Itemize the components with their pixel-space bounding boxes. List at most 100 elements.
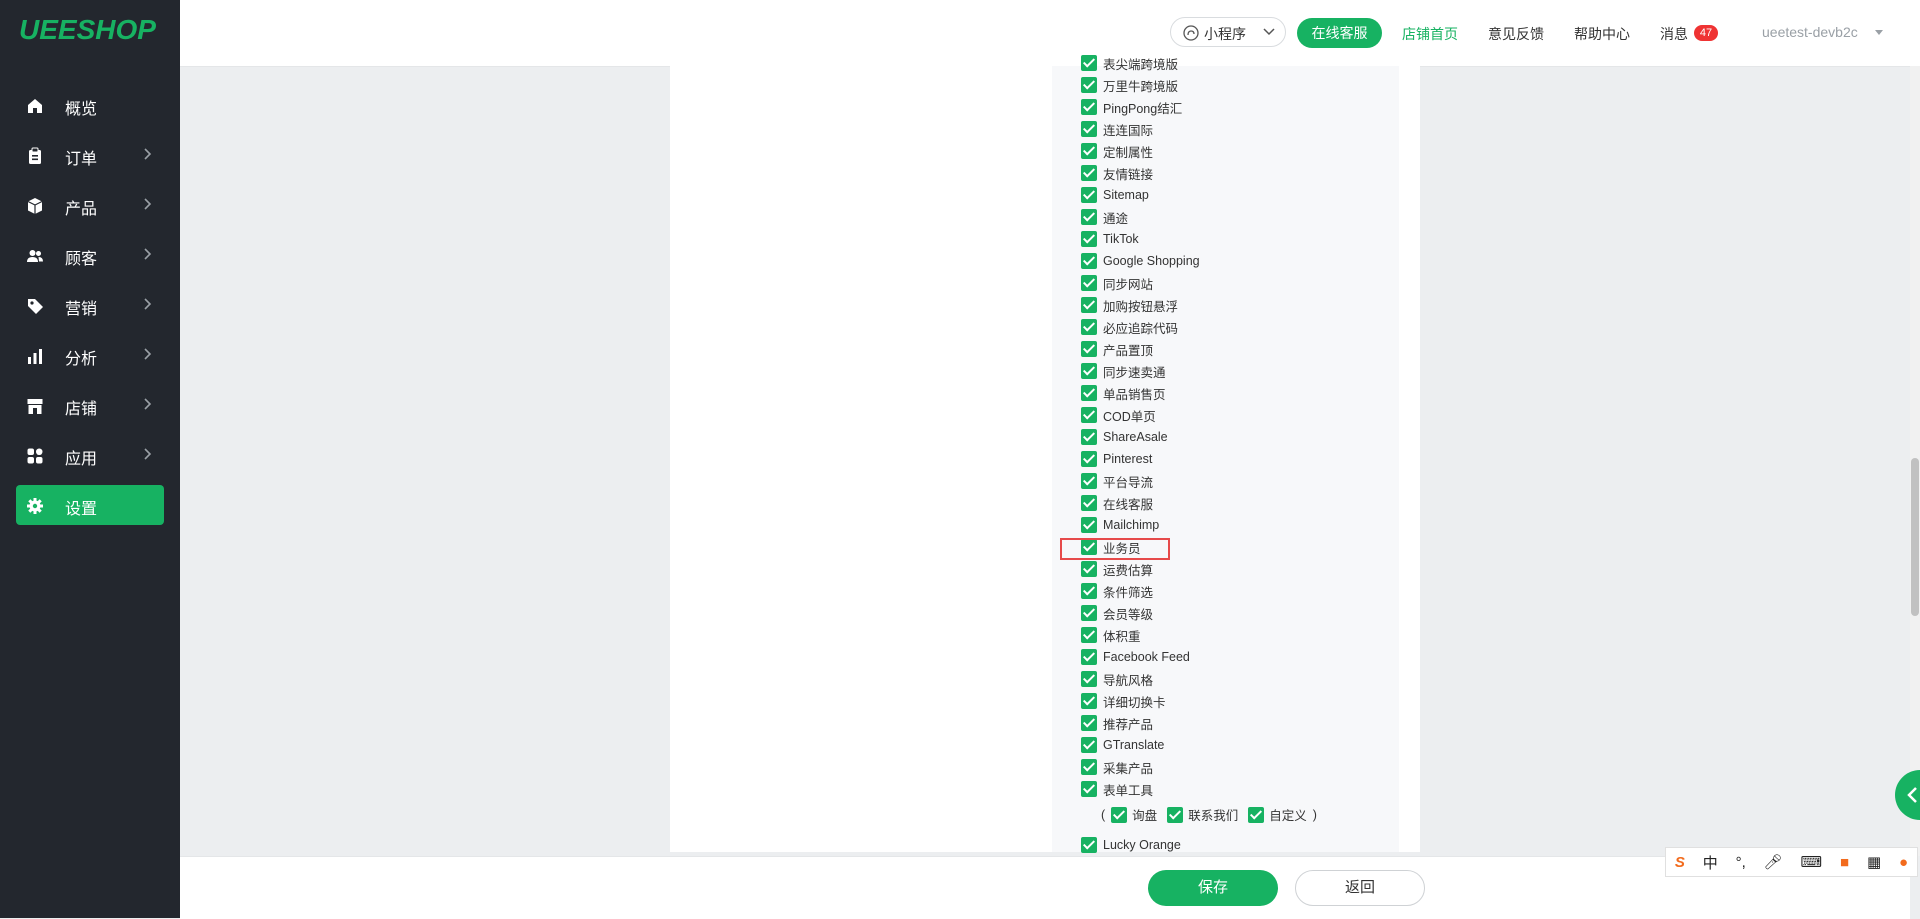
feature-checkbox[interactable] bbox=[1081, 429, 1097, 445]
feature-row[interactable]: Lucky Orange bbox=[1081, 835, 1181, 855]
ime-settings-icon[interactable]: ● bbox=[1899, 854, 1908, 871]
feature-checkbox[interactable] bbox=[1081, 693, 1097, 709]
feature-checkbox[interactable] bbox=[1081, 209, 1097, 225]
ueeshop-logo[interactable]: UEESHOP bbox=[19, 14, 156, 46]
messages-link[interactable]: 消息 bbox=[1660, 24, 1688, 44]
feature-checkbox[interactable] bbox=[1081, 759, 1097, 775]
feature-row[interactable]: Sitemap bbox=[1081, 185, 1149, 205]
feature-checkbox[interactable] bbox=[1081, 649, 1097, 665]
feature-row[interactable]: TikTok bbox=[1081, 229, 1139, 249]
feature-checkbox[interactable] bbox=[1081, 363, 1097, 379]
store-home-link[interactable]: 店铺首页 bbox=[1402, 24, 1458, 44]
feature-row[interactable]: 同步网站 bbox=[1081, 273, 1153, 293]
feature-row[interactable]: 连连国际 bbox=[1081, 119, 1153, 139]
feature-row[interactable]: 通途 bbox=[1081, 207, 1128, 227]
feature-checkbox[interactable] bbox=[1081, 473, 1097, 489]
feature-row[interactable]: 同步速卖通 bbox=[1081, 361, 1166, 381]
back-button[interactable]: 返回 bbox=[1295, 870, 1425, 906]
feature-row[interactable]: Mailchimp bbox=[1081, 515, 1159, 535]
feature-checkbox[interactable] bbox=[1081, 385, 1097, 401]
collapse-panel-button[interactable] bbox=[1895, 770, 1920, 820]
feature-row[interactable]: 在线客服 bbox=[1081, 493, 1153, 513]
feature-checkbox[interactable] bbox=[1081, 297, 1097, 313]
feature-checkbox[interactable] bbox=[1081, 781, 1097, 797]
feature-row[interactable]: 运费估算 bbox=[1081, 559, 1153, 579]
feature-checkbox[interactable] bbox=[1081, 837, 1097, 853]
feature-row[interactable]: 必应追踪代码 bbox=[1081, 317, 1178, 337]
feature-row[interactable]: GTranslate bbox=[1081, 735, 1164, 755]
feature-checkbox[interactable] bbox=[1081, 253, 1097, 269]
sidebar-item-marketing[interactable]: 营销 bbox=[0, 280, 180, 330]
feature-row[interactable]: 会员等级 bbox=[1081, 603, 1153, 623]
feature-row[interactable]: Pinterest bbox=[1081, 449, 1152, 469]
checkbox-custom[interactable] bbox=[1248, 806, 1265, 823]
keyboard-icon[interactable]: ⌨ bbox=[1801, 853, 1823, 871]
feature-row[interactable]: COD单页 bbox=[1081, 405, 1156, 425]
feature-checkbox[interactable] bbox=[1081, 187, 1097, 203]
save-button[interactable]: 保存 bbox=[1148, 870, 1278, 906]
feature-checkbox[interactable] bbox=[1081, 319, 1097, 335]
feature-checkbox[interactable] bbox=[1081, 407, 1097, 423]
feature-checkbox[interactable] bbox=[1081, 737, 1097, 753]
feature-row[interactable]: 导航风格 bbox=[1081, 669, 1153, 689]
feature-row[interactable]: 产品置顶 bbox=[1081, 339, 1153, 359]
feature-row[interactable]: 友情链接 bbox=[1081, 163, 1153, 183]
online-service-button[interactable]: 在线客服 bbox=[1297, 18, 1382, 48]
feature-checkbox[interactable] bbox=[1081, 517, 1097, 533]
feature-row[interactable]: Facebook Feed bbox=[1081, 647, 1190, 667]
feature-checkbox[interactable] bbox=[1081, 275, 1097, 291]
scrollbar-thumb[interactable] bbox=[1911, 458, 1919, 616]
feature-row[interactable]: 万里牛跨境版 bbox=[1081, 75, 1178, 95]
feature-row[interactable]: Google Shopping bbox=[1081, 251, 1200, 271]
feature-row[interactable]: 定制属性 bbox=[1081, 141, 1153, 161]
feature-row[interactable]: 表尖端跨境版 bbox=[1081, 53, 1178, 73]
sidebar-item-store[interactable]: 店铺 bbox=[0, 380, 180, 430]
feature-row[interactable]: PingPong结汇 bbox=[1081, 97, 1182, 117]
feature-checkbox[interactable] bbox=[1081, 77, 1097, 93]
sidebar-item-products[interactable]: 产品 bbox=[0, 180, 180, 230]
feature-checkbox[interactable] bbox=[1081, 605, 1097, 621]
feature-checkbox[interactable] bbox=[1081, 715, 1097, 731]
feature-checkbox[interactable] bbox=[1081, 231, 1097, 247]
feature-row[interactable]: 加购按钮悬浮 bbox=[1081, 295, 1178, 315]
feature-row[interactable]: 条件筛选 bbox=[1081, 581, 1153, 601]
feature-row[interactable]: ShareAsale bbox=[1081, 427, 1168, 447]
feature-checkbox[interactable] bbox=[1081, 55, 1097, 71]
toolbox-grid-icon[interactable]: ▦ bbox=[1867, 853, 1881, 871]
feature-checkbox[interactable] bbox=[1081, 495, 1097, 511]
feature-checkbox[interactable] bbox=[1081, 561, 1097, 577]
feature-checkbox[interactable] bbox=[1081, 341, 1097, 357]
feature-checkbox[interactable] bbox=[1081, 451, 1097, 467]
feature-row[interactable]: 单品销售页 bbox=[1081, 383, 1166, 403]
feature-row[interactable]: 表单工具 bbox=[1081, 779, 1153, 799]
feature-checkbox[interactable] bbox=[1081, 121, 1097, 137]
sidebar-item-settings[interactable]: 设置 bbox=[0, 480, 180, 530]
mini-program-dropdown[interactable]: 小程序 bbox=[1170, 17, 1286, 47]
microphone-icon[interactable]: 🎤︎ bbox=[1764, 853, 1783, 871]
help-center-link[interactable]: 帮助中心 bbox=[1574, 24, 1630, 44]
sidebar-item-analytics[interactable]: 分析 bbox=[0, 330, 180, 380]
checkbox-inquiry[interactable] bbox=[1111, 806, 1128, 823]
sidebar-item-orders[interactable]: 订单 bbox=[0, 130, 180, 180]
feature-row[interactable]: 详细切换卡 bbox=[1081, 691, 1166, 711]
feature-row[interactable]: 推荐产品 bbox=[1081, 713, 1153, 733]
ime-chinese-mode[interactable]: 中 bbox=[1703, 852, 1718, 873]
feature-checkbox[interactable] bbox=[1081, 143, 1097, 159]
account-menu[interactable]: ueetest-devb2c bbox=[1762, 24, 1858, 40]
skin-icon[interactable]: ■ bbox=[1840, 854, 1849, 871]
feature-row[interactable]: 采集产品 bbox=[1081, 757, 1153, 777]
sidebar-item-apps[interactable]: 应用 bbox=[0, 430, 180, 480]
punctuation-icon[interactable]: °, bbox=[1736, 854, 1746, 871]
feature-checkbox[interactable] bbox=[1081, 671, 1097, 687]
sogou-logo-icon[interactable]: S bbox=[1675, 854, 1685, 871]
sidebar-item-customers[interactable]: 顾客 bbox=[0, 230, 180, 280]
checkbox-contact-us[interactable] bbox=[1167, 806, 1184, 823]
feature-checkbox[interactable] bbox=[1081, 165, 1097, 181]
feature-row[interactable]: 体积重 bbox=[1081, 625, 1141, 645]
feature-checkbox[interactable] bbox=[1081, 583, 1097, 599]
feedback-link[interactable]: 意见反馈 bbox=[1488, 24, 1544, 44]
sidebar-item-overview[interactable]: 概览 bbox=[0, 80, 180, 130]
feature-checkbox[interactable] bbox=[1081, 627, 1097, 643]
feature-row[interactable]: 平台导流 bbox=[1081, 471, 1153, 491]
feature-checkbox[interactable] bbox=[1081, 99, 1097, 115]
